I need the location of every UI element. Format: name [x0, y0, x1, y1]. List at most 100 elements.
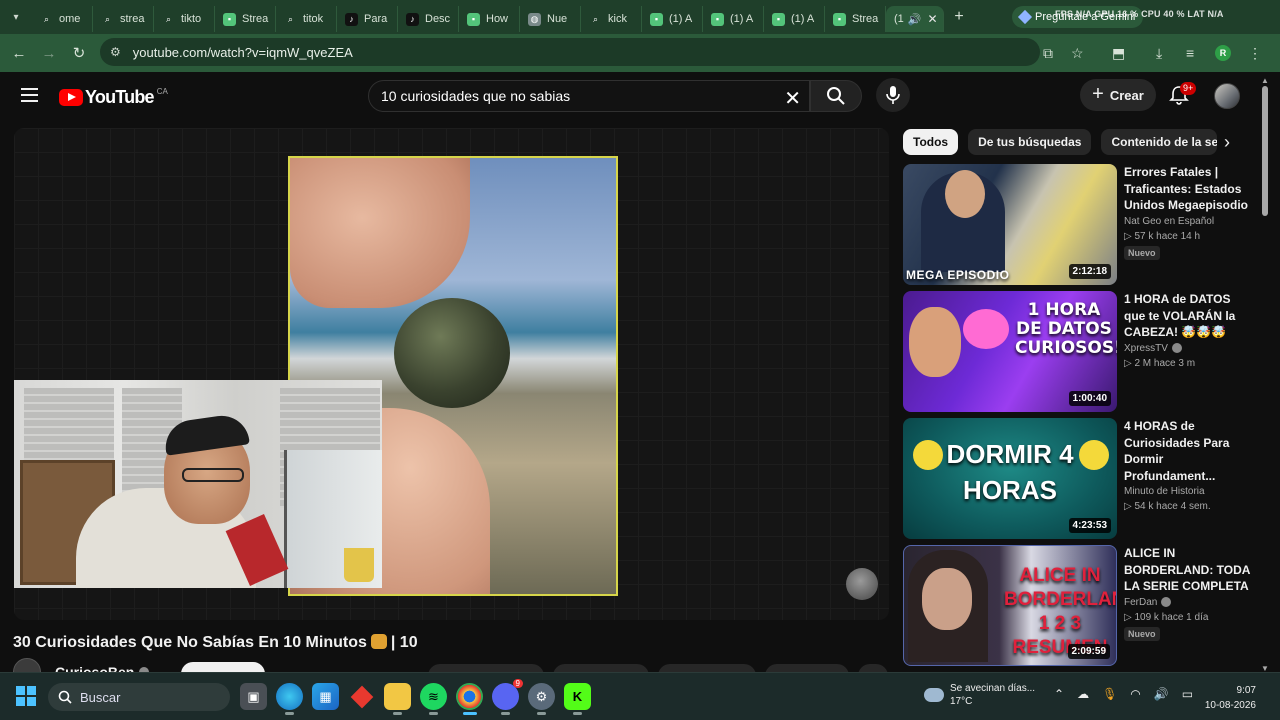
youtube-header: YouTube CA 10 curiosidades que no sabias…: [0, 72, 1280, 124]
recommendation-title[interactable]: Errores Fatales | Traficantes: Estados U…: [1124, 164, 1254, 214]
chip-from-searches[interactable]: De tus búsquedas: [968, 129, 1092, 155]
video-thumbnail[interactable]: ALICE IN BORDERLAND 1 2 3 RESUMEN 2:09:5…: [903, 545, 1117, 666]
forward-button[interactable]: →: [34, 45, 64, 62]
browser-tab[interactable]: ⌕ strea: [93, 6, 154, 32]
bookmark-star-icon[interactable]: ☆: [1071, 34, 1084, 72]
youtube-play-icon: [59, 89, 83, 106]
speaker-icon[interactable]: 🔊: [908, 13, 922, 26]
back-button[interactable]: ←: [4, 45, 34, 62]
edge-icon[interactable]: [276, 683, 303, 715]
recommendation-title[interactable]: 1 HORA de DATOS que te VOLARÁN la CABEZA…: [1124, 291, 1254, 341]
video-thumbnail[interactable]: 1 HORA DE DATOS CURIOSOS! 1:00:40: [903, 291, 1117, 412]
app-diamond-icon[interactable]: [348, 683, 375, 710]
taskbar-search[interactable]: Buscar: [48, 683, 230, 711]
discord-icon[interactable]: 9: [492, 679, 523, 715]
video-duration: 4:23:53: [1068, 518, 1111, 533]
close-tab-icon[interactable]: ✕: [927, 12, 937, 26]
settings-gear-icon[interactable]: ⚙: [528, 683, 555, 715]
recommendation-channel[interactable]: XpressTV: [1124, 343, 1254, 354]
site-info-icon[interactable]: ⚙: [110, 45, 121, 59]
browser-tab[interactable]: ⌕ kick: [581, 6, 642, 32]
browser-tab[interactable]: ▪ (1) A: [642, 6, 703, 32]
browser-tab[interactable]: ▪ (1) A: [764, 6, 825, 32]
cloud-sync-icon[interactable]: ☁: [1077, 687, 1089, 701]
recommendation-channel[interactable]: Nat Geo en Español: [1124, 216, 1254, 227]
browser-tab[interactable]: ◍ Nue: [520, 6, 581, 32]
battery-icon[interactable]: ▭: [1182, 687, 1193, 701]
recommendation-item[interactable]: MEGA EPISODIO 2:12:18 Errores Fatales | …: [903, 164, 1253, 286]
microphone-icon[interactable]: 🎙: [1102, 687, 1117, 701]
channel-label: Nat Geo en Español: [1124, 215, 1215, 227]
kick-app-icon[interactable]: K: [564, 683, 591, 715]
recommendation-channel[interactable]: FerDan: [1124, 597, 1254, 608]
new-tab-button[interactable]: +: [944, 8, 974, 26]
chip-series-content[interactable]: Contenido de la serie: [1101, 129, 1218, 155]
browser-tab[interactable]: ▪ Strea: [215, 6, 276, 32]
search-icon: ⌕: [592, 13, 599, 24]
url-text: youtube.com/watch?v=iqmW_qveZEA: [132, 44, 353, 60]
browser-tab[interactable]: ▪ How: [459, 6, 520, 32]
browser-tab[interactable]: ⌕ titok: [276, 6, 337, 32]
task-view-icon[interactable]: ▣: [240, 683, 267, 710]
browser-tab-label: Desc: [425, 13, 451, 25]
wifi-icon[interactable]: ◠: [1130, 687, 1140, 701]
recommendation-channel[interactable]: Minuto de Historia: [1124, 486, 1254, 497]
media-control-icon[interactable]: ≡: [1186, 34, 1194, 72]
browser-tab[interactable]: ▪ Strea: [825, 6, 886, 32]
recommendation-meta: ▷ 109 k hace 1 día: [1124, 611, 1209, 623]
microsoft-store-icon[interactable]: ▦: [312, 683, 339, 710]
active-tab[interactable]: (1 🔊 ✕: [886, 6, 944, 32]
profile-avatar[interactable]: R: [1215, 45, 1231, 61]
search-icon: ⌕: [287, 13, 294, 24]
yellow-mug: [344, 548, 374, 582]
taskbar-clock[interactable]: 9:07 10-08-2026: [1200, 683, 1256, 713]
recommendation-item[interactable]: 1 HORA DE DATOS CURIOSOS! 1:00:40 1 HORA…: [903, 291, 1253, 413]
chip-all[interactable]: Todos: [903, 129, 959, 155]
browser-tab[interactable]: ▪ (1) A: [703, 6, 764, 32]
reload-button[interactable]: ↻: [64, 44, 94, 62]
recommendation-item[interactable]: ALICE IN BORDERLAND 1 2 3 RESUMEN 2:09:5…: [903, 545, 1253, 667]
hamburger-menu-icon[interactable]: [21, 88, 38, 102]
clear-search-icon[interactable]: ✕: [784, 86, 801, 111]
browser-tab-label: strea: [120, 13, 145, 25]
weather-forecast: Se avecinan días...: [950, 683, 1036, 694]
thumbnail-caption: DORMIR 4 HORAS: [946, 439, 1074, 505]
video-finger-top: [290, 158, 470, 308]
search-button[interactable]: [810, 80, 862, 112]
address-bar[interactable]: ⚙ youtube.com/watch?v=iqmW_qveZEA: [100, 38, 1040, 66]
kebab-menu-icon[interactable]: ⋮: [1248, 34, 1262, 72]
chevron-up-icon[interactable]: ⌃: [1054, 687, 1064, 701]
recommendation-title[interactable]: 4 HORAS de Curiosidades Para Dormir Prof…: [1124, 418, 1254, 484]
video-player[interactable]: [14, 128, 889, 620]
recommendation-item[interactable]: DORMIR 4 HORAS 4:23:53 4 HORAS de Curios…: [903, 418, 1253, 540]
volume-icon[interactable]: 🔊: [1154, 687, 1169, 701]
browser-tab[interactable]: ⌕ ome: [32, 6, 93, 32]
chrome-icon[interactable]: [456, 683, 483, 715]
browser-tab[interactable]: ♪ Para: [337, 6, 398, 32]
scroll-up-arrow[interactable]: ▲: [1261, 76, 1269, 85]
video-thumbnail[interactable]: DORMIR 4 HORAS 4:23:53: [903, 418, 1117, 539]
tab-search-icon[interactable]: ▾: [0, 0, 32, 34]
account-avatar[interactable]: [1214, 83, 1240, 109]
clock-date: 10-08-2026: [1204, 700, 1256, 711]
file-explorer-icon[interactable]: [384, 683, 411, 715]
voice-search-button[interactable]: [876, 78, 910, 112]
youtube-logo[interactable]: YouTube CA: [59, 87, 168, 108]
create-button[interactable]: + Crear: [1080, 79, 1156, 111]
browser-tab[interactable]: ♪ Desc: [398, 6, 459, 32]
browser-tab[interactable]: ⌕ tikto: [154, 6, 215, 32]
extensions-icon[interactable]: ⬒: [1112, 34, 1125, 72]
weather-widget[interactable]: Se avecinan días... 17°C: [924, 682, 1035, 708]
recommendation-title[interactable]: ALICE IN BORDERLAND: TODA LA SERIE COMPL…: [1124, 545, 1254, 595]
windows-start-icon[interactable]: [16, 686, 36, 706]
search-input[interactable]: 10 curiosidades que no sabias ✕: [368, 80, 810, 112]
create-label: Crear: [1109, 87, 1144, 103]
spotify-icon[interactable]: ≋: [420, 683, 447, 715]
video-thumbnail[interactable]: MEGA EPISODIO 2:12:18: [903, 164, 1117, 285]
country-code: CA: [156, 87, 168, 96]
page-scrollbar-thumb[interactable]: [1262, 86, 1268, 216]
plus-icon: +: [1092, 82, 1104, 105]
download-icon[interactable]: ⤓: [1156, 34, 1162, 72]
cast-icon[interactable]: ⧉: [1043, 34, 1053, 72]
chevron-right-icon[interactable]: ›: [1216, 131, 1238, 153]
